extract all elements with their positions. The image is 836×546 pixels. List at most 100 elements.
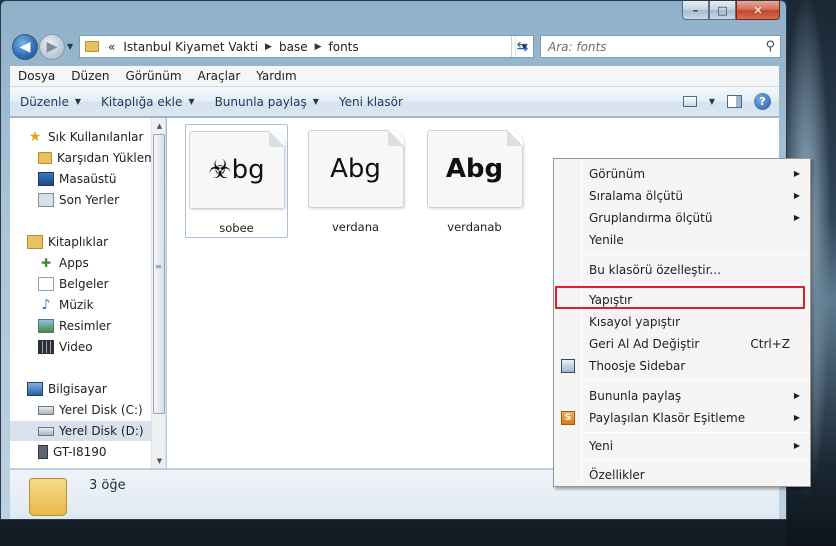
- nav-label: Video: [59, 340, 93, 354]
- nav-label: Müzik: [59, 298, 94, 312]
- nav-label: Kitaplıklar: [48, 235, 109, 249]
- menu-separator: [585, 432, 806, 433]
- chevron-down-icon[interactable]: ▼: [709, 97, 715, 106]
- menu-item-undo-rename[interactable]: Geri Al Ad Değiştir Ctrl+Z: [556, 333, 808, 354]
- menu-item-label: Özellikler: [589, 467, 645, 482]
- organize-button[interactable]: Düzenle ▼: [10, 95, 91, 109]
- menu-item-label: Bu klasörü özelleştir...: [589, 262, 721, 277]
- menu-file[interactable]: Dosya: [10, 69, 63, 83]
- nav-item-documents[interactable]: Belgeler: [38, 274, 165, 294]
- nav-item-recent-places[interactable]: Son Yerler: [38, 190, 165, 210]
- add-to-library-button[interactable]: Kitaplığa ekle ▼: [91, 95, 205, 109]
- menu-item-sort-by[interactable]: Sıralama ölçütü ▶: [556, 185, 808, 206]
- address-chevron[interactable]: «: [104, 40, 119, 54]
- nav-scrollbar[interactable]: ▲ ≡ ▼: [151, 118, 165, 468]
- font-preview: ☣bg: [188, 131, 285, 209]
- menu-item-label: Gruplandırma ölçütü: [589, 210, 713, 225]
- computer-icon: [27, 382, 43, 396]
- command-bar: Düzenle ▼ Kitaplığa ekle ▼ Bununla payla…: [10, 87, 779, 117]
- breadcrumb-segment[interactable]: base: [275, 40, 312, 54]
- page-corner: [506, 130, 523, 146]
- submenu-arrow-icon: ▶: [793, 213, 800, 222]
- close-button[interactable]: ✕: [736, 1, 780, 20]
- nav-item-pictures[interactable]: Resimler: [38, 316, 165, 336]
- nav-favorites[interactable]: ★ Sık Kullanılanlar: [27, 127, 165, 147]
- scrollbar-thumb[interactable]: [153, 134, 165, 414]
- nav-label: Bilgisayar: [48, 382, 107, 396]
- menu-separator: [585, 254, 806, 255]
- add-to-library-label: Kitaplığa ekle: [101, 94, 183, 109]
- search-icon[interactable]: ⚲: [765, 39, 775, 54]
- new-folder-label: Yeni klasör: [338, 94, 403, 109]
- address-bar[interactable]: « Istanbul Kiyamet Vakti ▶ base ▶ fonts …: [79, 35, 534, 58]
- file-name: sobee: [219, 221, 254, 235]
- menu-bar: Dosya Düzen Görünüm Araçlar Yardım: [10, 66, 779, 87]
- nav-item-video[interactable]: Video: [38, 337, 165, 357]
- nav-label: Apps: [59, 256, 89, 270]
- maximize-button[interactable]: □: [709, 1, 736, 20]
- forward-button[interactable]: ▶: [39, 34, 65, 60]
- menu-edit[interactable]: Düzen: [63, 69, 117, 83]
- menu-item-label: Geri Al Ad Değiştir: [589, 336, 700, 351]
- recent-pages-dropdown[interactable]: ▼: [67, 42, 73, 51]
- menu-separator: [585, 460, 806, 461]
- nav-item-apps[interactable]: ✚ Apps: [38, 253, 165, 273]
- menu-item-label: Thoosje Sidebar: [589, 358, 686, 373]
- help-icon[interactable]: ?: [754, 93, 771, 110]
- nav-label: Resimler: [59, 319, 112, 333]
- menu-item-group-by[interactable]: Gruplandırma ölçütü ▶: [556, 207, 808, 228]
- menu-item-new[interactable]: Yeni ▶: [556, 435, 808, 456]
- page-corner: [387, 130, 404, 146]
- preview-pane-icon[interactable]: [727, 95, 742, 108]
- search-input[interactable]: Ara: fonts ⚲: [540, 35, 781, 58]
- menu-item-label: Yeni: [589, 438, 614, 453]
- breadcrumb-segment[interactable]: Istanbul Kiyamet Vakti: [119, 40, 262, 54]
- nav-item-device[interactable]: GT-I8190: [38, 442, 165, 462]
- share-with-label: Bununla paylaş: [214, 94, 307, 109]
- breadcrumb-segment[interactable]: fonts: [325, 40, 363, 54]
- menu-item-shared-folder-sync[interactable]: S Paylaşılan Klasör Eşitleme ▶: [556, 407, 808, 428]
- nav-libraries[interactable]: Kitaplıklar: [27, 232, 165, 252]
- breadcrumb-arrow-icon[interactable]: ▶: [312, 42, 325, 52]
- scroll-up-icon[interactable]: ▲: [152, 118, 165, 133]
- menu-item-view[interactable]: Görünüm ▶: [556, 163, 808, 184]
- font-preview-text: Abg: [445, 154, 504, 184]
- font-preview-text: Abg: [330, 154, 381, 184]
- menu-tools[interactable]: Araçlar: [190, 69, 249, 83]
- minimize-button[interactable]: –: [682, 1, 709, 20]
- menu-item-properties[interactable]: Özellikler: [556, 464, 808, 485]
- title-bar[interactable]: – □ ✕: [1, 1, 786, 29]
- nav-item-music[interactable]: ♪ Müzik: [38, 295, 165, 315]
- navigation-pane: ★ Sık Kullanılanlar Karşıdan Yüklem Masa…: [10, 118, 166, 468]
- nav-item-desktop[interactable]: Masaüstü: [38, 169, 165, 189]
- menu-item-thoosje-sidebar[interactable]: Thoosje Sidebar: [556, 355, 808, 376]
- menu-item-customize-folder[interactable]: Bu klasörü özelleştir...: [556, 259, 808, 280]
- breadcrumb-arrow-icon[interactable]: ▶: [262, 42, 275, 52]
- menu-item-share-with[interactable]: Bununla paylaş ▶: [556, 385, 808, 406]
- share-with-button[interactable]: Bununla paylaş ▼: [205, 95, 329, 109]
- menu-item-paste-shortcut[interactable]: Kısayol yapıştır: [556, 311, 808, 332]
- menu-item-label: Yenile: [589, 232, 624, 247]
- chevron-down-icon: ▼: [188, 97, 195, 106]
- chevron-down-icon: ▼: [74, 97, 82, 106]
- nav-computer[interactable]: Bilgisayar: [27, 379, 165, 399]
- new-folder-button[interactable]: Yeni klasör: [329, 95, 413, 109]
- change-view-icon[interactable]: [682, 96, 697, 107]
- menu-item-refresh[interactable]: Yenile: [556, 229, 808, 250]
- nav-item-downloads[interactable]: Karşıdan Yüklem: [38, 148, 165, 168]
- file-item-verdanab[interactable]: Abg verdanab: [423, 124, 526, 238]
- menu-help[interactable]: Yardım: [248, 69, 304, 83]
- nav-item-local-disk-d[interactable]: Yerel Disk (D:): [10, 421, 151, 441]
- context-menu: Görünüm ▶ Sıralama ölçütü ▶ Gruplandırma…: [553, 158, 811, 487]
- refresh-icon[interactable]: ⇆: [511, 36, 533, 57]
- file-item-verdana[interactable]: Abg verdana: [304, 124, 407, 238]
- file-item-sobee[interactable]: ☣bg sobee: [185, 124, 288, 238]
- nav-item-local-disk-c[interactable]: Yerel Disk (C:): [38, 400, 165, 420]
- back-button[interactable]: ◀: [12, 34, 38, 60]
- disk-drive-icon: [38, 405, 54, 415]
- menu-view[interactable]: Görünüm: [117, 69, 189, 83]
- scroll-down-icon[interactable]: ▼: [152, 453, 165, 468]
- submenu-arrow-icon: ▶: [793, 391, 800, 400]
- menu-item-label: Kısayol yapıştır: [589, 314, 681, 329]
- sidebar-icon: [561, 358, 575, 373]
